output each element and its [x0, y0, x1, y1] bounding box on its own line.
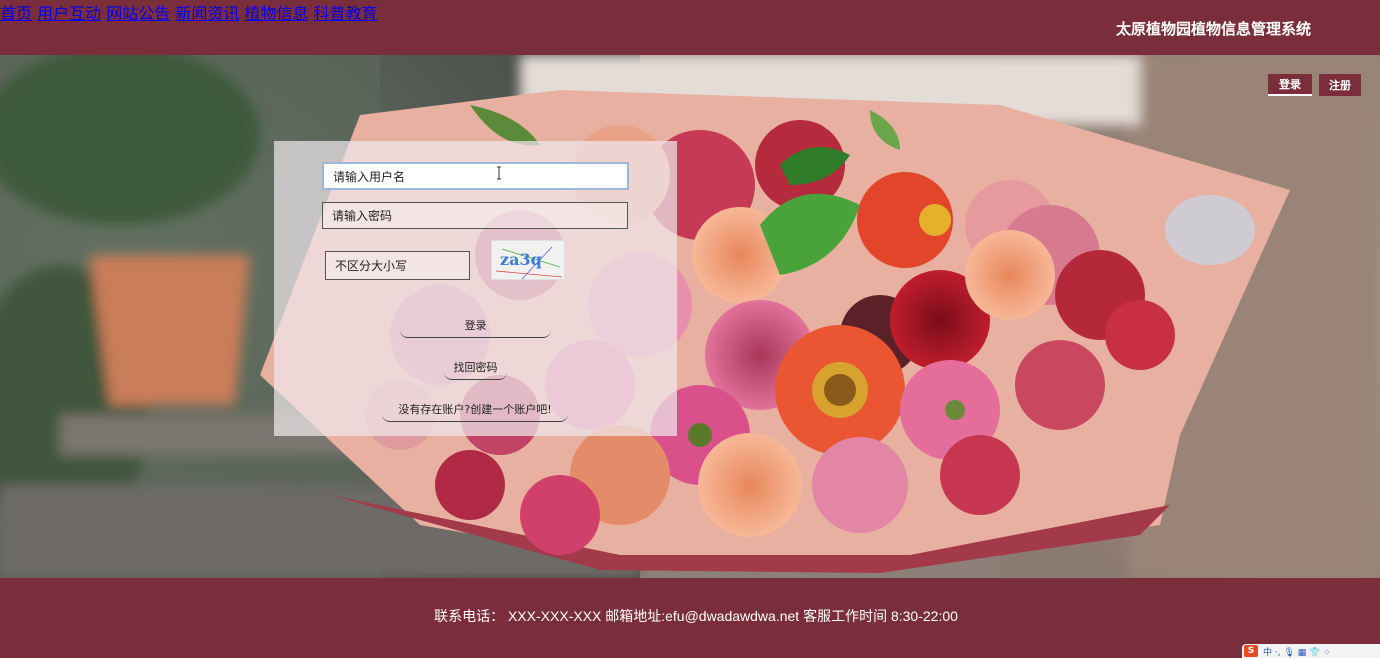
captcha-graphic: za3q	[495, 246, 563, 280]
forgot-password-link[interactable]: 找回密码	[444, 359, 507, 380]
header-login-button[interactable]: 登录	[1268, 74, 1312, 96]
username-input[interactable]: 请输入用户名	[322, 162, 629, 190]
text-cursor-icon	[497, 166, 501, 180]
captcha-text: za3q	[500, 250, 542, 269]
nav-science-education[interactable]: 科普教育	[314, 4, 378, 23]
ime-tools-icon: 中 ·, 🎙 ▦ 👕 ⁘	[1263, 647, 1331, 658]
footer: 联系电话： XXX-XXX-XXX 邮箱地址:efu@dwadawdwa.net…	[0, 578, 1380, 658]
top-navigation-bar: 首页 用户互动 网站公告 新闻资讯 植物信息 科普教育 太原植物园植物信息管理系…	[0, 0, 1380, 55]
login-submit-button[interactable]: 登录	[400, 317, 551, 338]
nav-plant-info[interactable]: 植物信息	[244, 4, 308, 23]
header-register-button[interactable]: 注册	[1319, 74, 1361, 96]
create-account-link[interactable]: 没有存在账户?创建一个账户吧!	[382, 401, 568, 422]
captcha-image[interactable]: za3q	[491, 240, 565, 280]
site-title: 太原植物园植物信息管理系统	[1116, 20, 1312, 38]
nav-home[interactable]: 首页	[0, 4, 32, 23]
nav-user-interaction[interactable]: 用户互动	[37, 4, 101, 23]
password-input[interactable]: 请输入密码	[322, 202, 628, 229]
ime-toolbar[interactable]: S 中 ·, 🎙 ▦ 👕 ⁘	[1242, 644, 1380, 658]
sogou-logo-icon: S	[1244, 645, 1258, 657]
captcha-input[interactable]: 不区分大小写	[325, 251, 470, 280]
footer-contact-text: 联系电话： XXX-XXX-XXX 邮箱地址:efu@dwadawdwa.net…	[434, 608, 958, 624]
hero-background	[0, 55, 1380, 578]
nav-news[interactable]: 新闻资讯	[175, 4, 239, 23]
flower-bouquet-image	[0, 55, 1380, 578]
nav-announcements[interactable]: 网站公告	[106, 4, 170, 23]
